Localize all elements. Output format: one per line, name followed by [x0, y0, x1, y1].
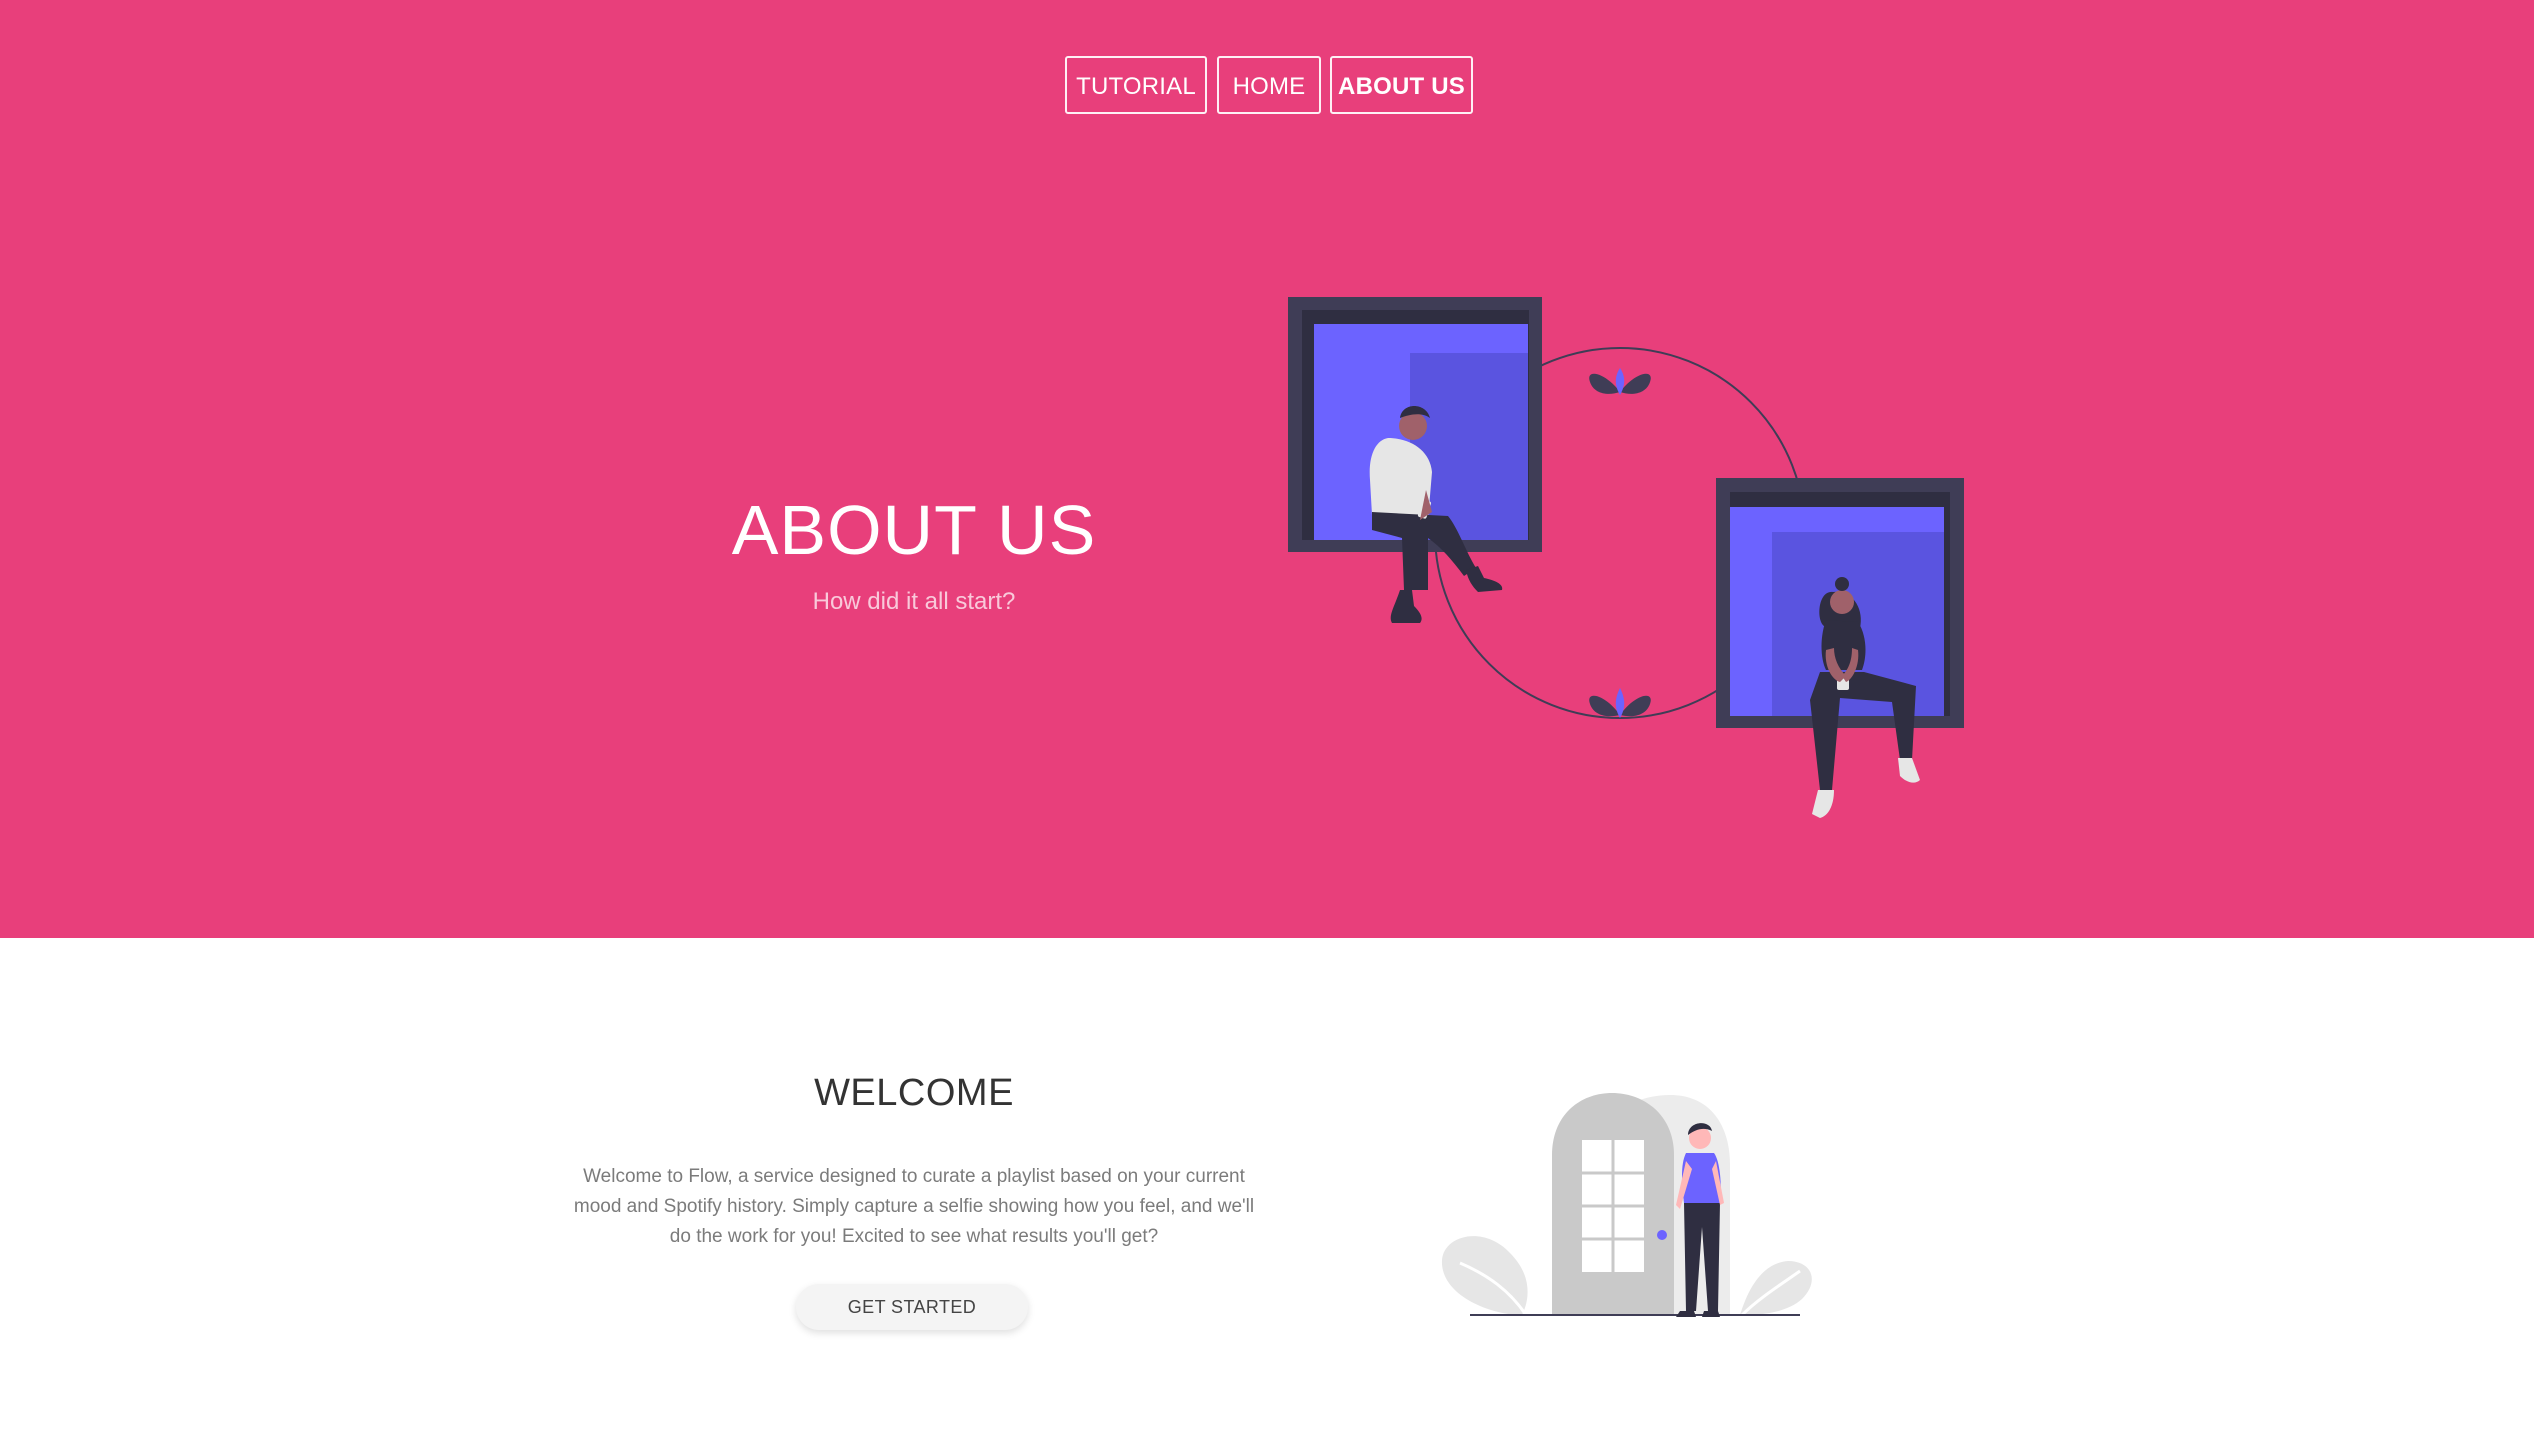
nav-tutorial-button[interactable]: TUTORIAL [1065, 56, 1207, 114]
nav-about-us-button[interactable]: ABOUT US [1330, 56, 1473, 114]
left-plant [1441, 1236, 1528, 1316]
get-started-button[interactable]: GET STARTED [796, 1284, 1028, 1330]
two-people-windows-illustration [1288, 297, 1964, 818]
page-title: ABOUT US [731, 491, 1097, 569]
leaf-bottom-icon [1589, 688, 1651, 718]
top-nav: TUTORIAL HOME ABOUT US [0, 56, 2534, 118]
welcome-title: WELCOME [814, 1072, 1014, 1114]
person-at-door-illustration [1441, 1093, 1812, 1317]
nav-home-button[interactable]: HOME [1217, 56, 1321, 114]
right-plant [1740, 1261, 1812, 1317]
page-subtitle: How did it all start? [812, 588, 1016, 615]
leaf-top-icon [1589, 368, 1651, 395]
welcome-description: Welcome to Flow, a service designed to c… [573, 1166, 1255, 1247]
hero-section: TUTORIAL HOME ABOUT US ABOUT US How did … [0, 0, 2534, 938]
